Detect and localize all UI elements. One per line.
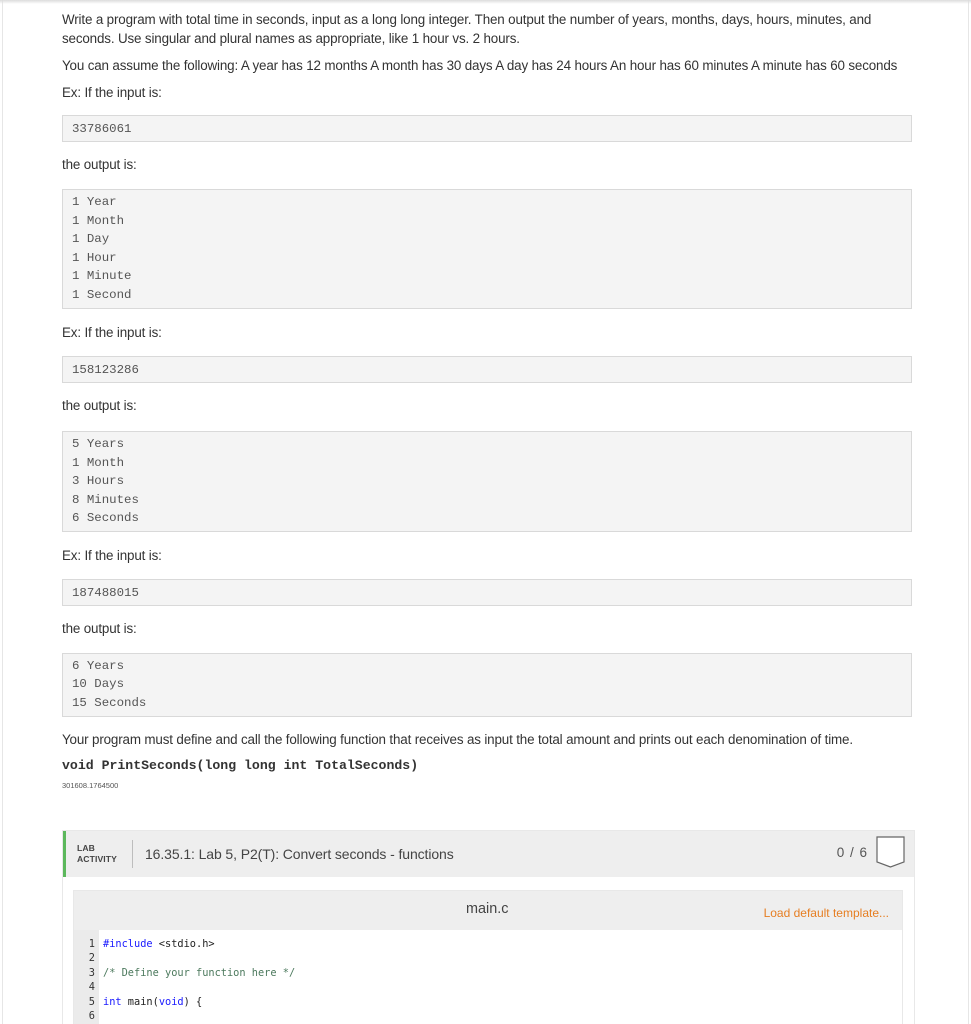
example-1-input: 33786061 — [62, 115, 912, 142]
line-number: 6 — [88, 1010, 95, 1023]
example-3-output: 6 Years 10 Days 15 Seconds — [62, 652, 912, 717]
example-3-input: 187488015 — [62, 578, 912, 606]
code-keyword: int — [103, 995, 122, 1008]
line-number-gutter: 1 23 45 6 — [74, 930, 99, 1024]
code-token: <stdio.h> — [152, 938, 215, 950]
output-line: 6 Years — [72, 658, 125, 673]
completion-badge-icon — [876, 836, 905, 868]
output-line: 1 Year — [72, 195, 117, 209]
output-line: 1 Month — [72, 213, 125, 228]
line-number: 2 — [88, 952, 95, 965]
output-line: 1 Minute — [72, 269, 132, 283]
line-number: 4 — [88, 981, 95, 994]
load-default-template-link[interactable]: Load default template... — [764, 906, 889, 920]
problem-description: Write a program with total time in secon… — [62, 8, 912, 790]
code-text[interactable]: #include <stdio.h> /* Define your functi… — [103, 930, 295, 1023]
example-2-output: 5 Years 1 Month 3 Hours 8 Minutes 6 Seconds — [62, 431, 912, 532]
example-2-input-label: Ex: If the input is: — [62, 325, 162, 340]
lab-tag: LAB ACTIVITY — [66, 843, 132, 866]
editor-toolbar: main.c Load default template... — [74, 891, 902, 930]
output-line: 5 Years — [72, 437, 125, 451]
lab-tag-line1: LAB — [77, 842, 95, 853]
code-line[interactable]: int main(void) { — [103, 995, 295, 1009]
output-line: 15 Seconds — [72, 695, 147, 710]
output-line: 1 Hour — [72, 250, 117, 265]
code-editor: main.c Load default template... 1 23 45 6 #… — [73, 890, 903, 1024]
example-2-output-label: the output is: — [62, 398, 137, 413]
assumptions-text: You can assume the following: A year has… — [62, 58, 898, 73]
line-number: 3 — [88, 966, 95, 979]
output-line: 10 Days — [72, 677, 125, 691]
function-signature: void PrintSeconds(long long int TotalSec… — [62, 758, 419, 773]
code-token: ) { — [183, 995, 203, 1008]
code-keyword: void — [158, 995, 184, 1008]
lab-score: 0 / 6 — [836, 845, 868, 860]
lab-title: 16.35.1: Lab 5, P2(T): Convert seconds -… — [145, 846, 454, 862]
output-line: 6 Seconds — [72, 511, 139, 525]
code-token: main( — [121, 995, 159, 1008]
output-line: 1 Day — [72, 232, 110, 246]
code-keyword: #include — [103, 938, 153, 950]
code-line[interactable] — [103, 980, 295, 994]
output-line: 1 Second — [72, 287, 132, 302]
example-3-output-label: the output is: — [62, 620, 137, 636]
code-area[interactable]: 1 23 45 6 #include <stdio.h> /* Define your… — [74, 930, 902, 1024]
lab-header: LAB ACTIVITY 16.35.1: Lab 5, P2(T): Conv… — [63, 831, 914, 877]
line-number: 5 — [88, 995, 95, 1008]
output-line: 8 Minutes — [72, 492, 139, 507]
code-line[interactable]: /* Define your function here */ — [103, 966, 295, 980]
lab-activity: LAB ACTIVITY 16.35.1: Lab 5, P2(T): Conv… — [62, 830, 915, 1024]
intro-text: Write a program with total time in secon… — [62, 12, 872, 46]
example-3-input-label: Ex: If the input is: — [62, 547, 162, 563]
top-shadow — [0, 0, 971, 4]
example-2-input: 158123286 — [62, 356, 912, 383]
code-line[interactable] — [103, 951, 295, 965]
function-requirement: Your program must define and call the fo… — [62, 732, 853, 747]
output-line: 1 Month — [72, 455, 125, 470]
code-line[interactable]: #include <stdio.h> — [103, 937, 295, 951]
code-comment: /* Define your function here */ — [103, 966, 296, 979]
editor-filename: main.c — [466, 901, 509, 917]
output-line: 3 Hours — [72, 474, 125, 488]
code-line[interactable] — [103, 1009, 295, 1023]
problem-id: 301608.1764500 — [62, 781, 119, 790]
lab-divider — [132, 840, 133, 868]
example-1-output: 1 Year 1 Month 1 Day 1 Hour 1 Minute 1 Second — [62, 189, 912, 309]
line-number: 1 — [88, 938, 95, 950]
example-1-input-label: Ex: If the input is: — [62, 85, 162, 100]
example-1-output-label: the output is: — [62, 157, 137, 172]
lab-tag-line2: ACTIVITY — [77, 854, 117, 864]
